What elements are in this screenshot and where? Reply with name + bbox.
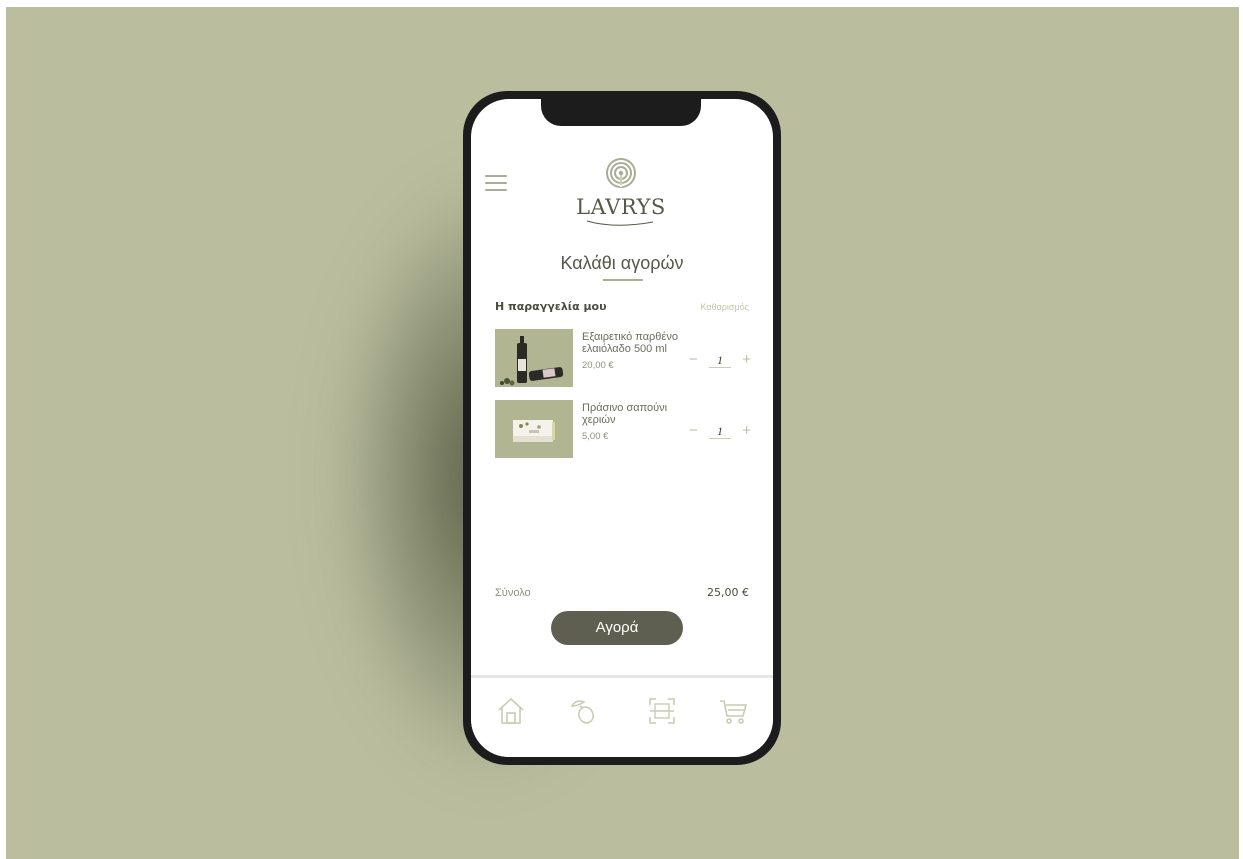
phone-notch (541, 99, 701, 126)
decrease-quantity-button[interactable]: − (689, 352, 698, 368)
quantity-stepper: − 1 + (689, 352, 751, 369)
bottom-tab-bar (471, 675, 773, 757)
home-icon[interactable] (496, 696, 526, 726)
phone-frame: LAVRYS Καλάθι αγορών Η παραγγελία μου Κα… (463, 91, 781, 765)
cart-item: Εξαιρετικό παρθένο ελαιόλαδο 500 ml 20,0… (495, 329, 751, 389)
quantity-value[interactable]: 1 (709, 424, 731, 439)
clear-cart-link[interactable]: Καθαρισμός (700, 302, 749, 312)
brand-logo-text: LAVRYS (576, 195, 666, 219)
total-label: Σύνολο (495, 587, 531, 599)
increase-quantity-button[interactable]: + (742, 423, 751, 439)
buy-button[interactable]: Αγορά (551, 611, 683, 645)
item-price: 5,00 € (582, 431, 609, 442)
scan-icon[interactable] (647, 696, 677, 726)
title-underline (603, 279, 643, 281)
order-heading: Η παραγγελία μου (495, 300, 607, 313)
item-name: Πράσινο σαπούνι χεριών (582, 402, 668, 426)
item-name: Εξαιρετικό παρθένο ελαιόλαδο 500 ml (582, 331, 678, 355)
total-value: 25,00 € (707, 586, 749, 599)
olive-icon[interactable] (568, 696, 598, 726)
logo-swoosh (586, 220, 654, 226)
hand-soap-box-photo (495, 400, 573, 458)
quantity-value[interactable]: 1 (709, 353, 731, 368)
quantity-stepper: − 1 + (689, 423, 751, 440)
increase-quantity-button[interactable]: + (742, 352, 751, 368)
labyrinth-icon (606, 158, 636, 188)
cart-icon[interactable] (718, 696, 748, 726)
cart-item: Πράσινο σαπούνι χεριών 5,00 € − 1 + (495, 400, 751, 460)
page-title: Καλάθι αγορών (560, 253, 684, 273)
hamburger-menu-icon[interactable] (485, 175, 507, 191)
olive-oil-bottles-photo (495, 329, 573, 387)
decrease-quantity-button[interactable]: − (689, 423, 698, 439)
item-price: 20,00 € (582, 360, 614, 371)
phone-screen: LAVRYS Καλάθι αγορών Η παραγγελία μου Κα… (471, 99, 773, 757)
